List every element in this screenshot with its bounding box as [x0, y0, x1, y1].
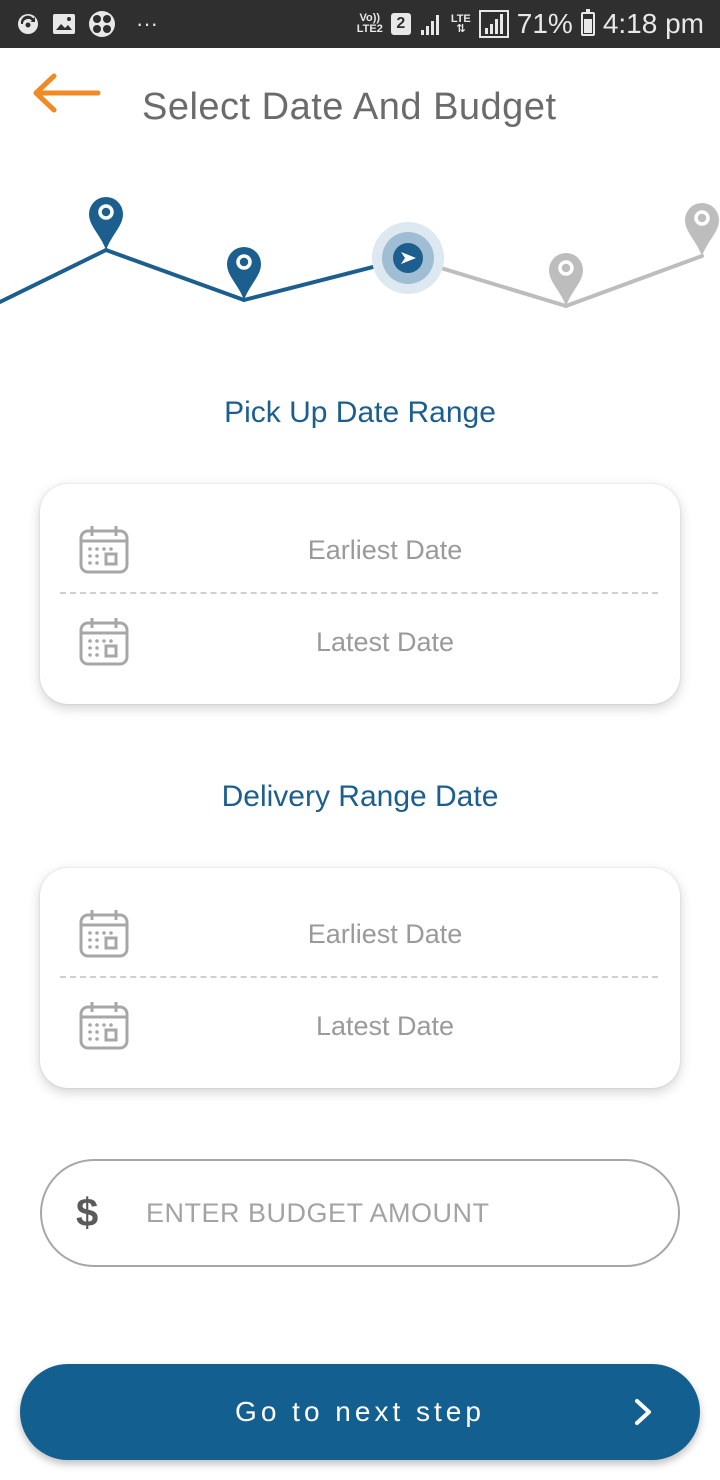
dollar-icon: $ — [76, 1190, 99, 1235]
delivery-earliest-date-field[interactable]: Earliest Date — [40, 888, 680, 980]
next-step-button[interactable]: Go to next step — [20, 1364, 700, 1460]
upcoming-step-pin — [549, 253, 583, 306]
upcoming-step-pin — [685, 203, 719, 256]
back-button[interactable] — [28, 68, 104, 118]
dashed-divider — [60, 592, 658, 594]
delivery-section-title: Delivery Range Date — [221, 780, 499, 813]
pickup-latest-date-field[interactable]: Latest Date — [40, 596, 680, 688]
current-step-marker — [372, 222, 444, 294]
next-step-label: Go to next step — [235, 1396, 485, 1427]
fan-icon — [88, 10, 116, 38]
budget-amount-input[interactable] — [146, 1197, 646, 1229]
image-icon — [52, 13, 76, 35]
dashed-divider — [60, 976, 658, 978]
completed-step-pin — [227, 247, 261, 300]
sim-slot-badge: 2 — [390, 13, 411, 35]
pickup-latest-date-label: Latest Date — [315, 626, 455, 657]
data-arrows-icon: ⇅ — [456, 23, 466, 35]
battery-icon — [580, 9, 595, 36]
calendar-icon — [79, 526, 129, 574]
calendar-icon — [79, 1002, 129, 1050]
progress-segment — [104, 248, 246, 302]
step-progress-path — [0, 197, 719, 308]
arrow-left-icon — [33, 73, 101, 113]
battery-level-fill — [583, 18, 592, 33]
calendar-icon — [79, 618, 129, 666]
completed-step-pin — [89, 197, 123, 250]
delivery-latest-date-label: Latest Date — [315, 1010, 455, 1041]
status-bar-notifications: ··· — [16, 10, 158, 38]
delivery-earliest-date-label: Earliest Date — [307, 918, 463, 949]
progress-segment — [564, 254, 704, 308]
clock: 4:18 pm — [602, 8, 704, 39]
volte-indicator: Vo)) LTE2 — [356, 12, 383, 35]
header: Select Date And Budget — [0, 48, 720, 168]
page-title: Select Date And Budget — [142, 86, 557, 128]
lte-indicator: LTE ⇅ — [450, 13, 471, 35]
progress-segment — [0, 248, 108, 304]
calendar-icon — [79, 910, 129, 958]
pickup-section-title: Pick Up Date Range — [224, 396, 496, 429]
battery-percent: 71% — [516, 8, 573, 39]
signal-2-icon — [478, 10, 509, 38]
status-bar: ··· Vo)) LTE2 2 LTE ⇅ 71% 4:18 pm — [0, 0, 720, 48]
pickup-date-card: Earliest Date Latest Date — [40, 484, 680, 704]
pickup-earliest-date-label: Earliest Date — [307, 534, 463, 565]
sync-icon — [16, 12, 40, 36]
budget-field: $ — [40, 1159, 680, 1267]
pickup-earliest-date-field[interactable]: Earliest Date — [40, 504, 680, 596]
chevron-right-icon — [635, 1399, 651, 1425]
delivery-date-card: Earliest Date Latest Date — [40, 868, 680, 1088]
signal-icon — [419, 12, 443, 36]
delivery-latest-date-field[interactable]: Latest Date — [40, 980, 680, 1072]
status-bar-system: Vo)) LTE2 2 LTE ⇅ 71% 4:18 pm — [357, 8, 704, 40]
more-notifications-icon: ··· — [136, 11, 158, 36]
